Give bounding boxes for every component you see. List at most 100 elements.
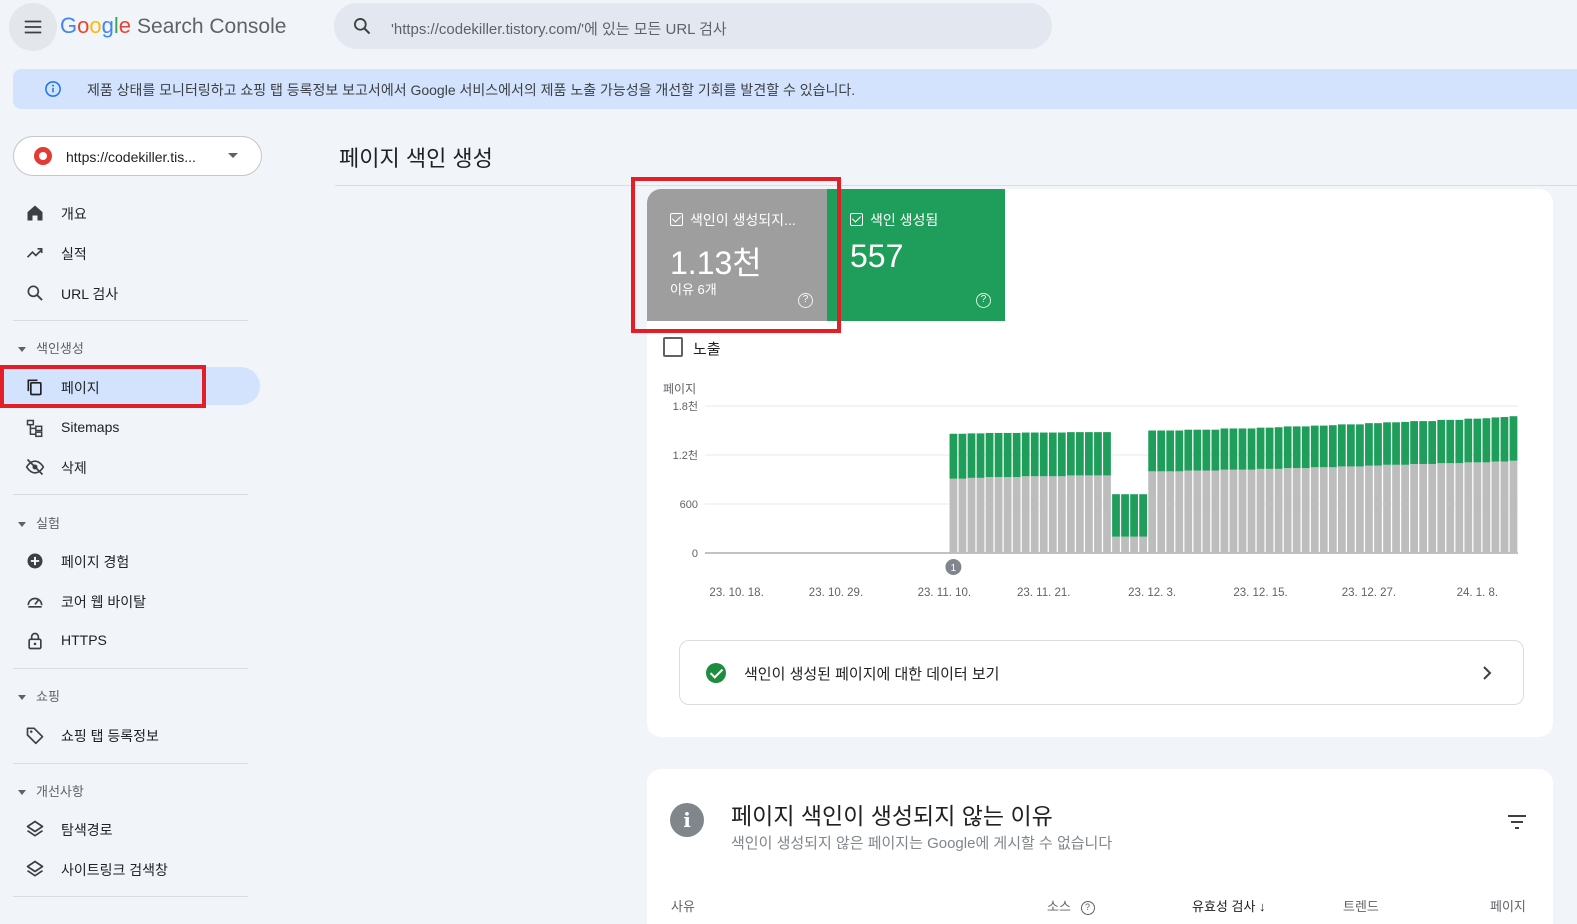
sidebar-item-label: URL 검사 — [61, 286, 119, 302]
section-indexing[interactable]: 색인생성 — [18, 338, 84, 357]
bar-not-indexed — [1148, 471, 1157, 553]
bar-indexed — [1256, 427, 1265, 469]
sidebar-item-page-experience[interactable]: 페이지 경험 — [0, 541, 260, 579]
bar-not-indexed — [1301, 468, 1310, 553]
bar-not-indexed — [1193, 470, 1202, 553]
bar-indexed — [1482, 418, 1491, 463]
sidebar-item-sitemaps[interactable]: Sitemaps — [0, 408, 260, 446]
collapse-arrow-icon — [18, 695, 26, 701]
bar-indexed — [958, 433, 967, 479]
sidebar-item-overview[interactable]: 개요 — [0, 193, 260, 231]
section-shopping[interactable]: 쇼핑 — [18, 686, 60, 705]
bar-indexed — [1130, 494, 1138, 537]
sidebar-item-breadcrumbs[interactable]: 탐색경로 — [0, 809, 260, 847]
sidebar-divider — [13, 668, 248, 669]
bar-not-indexed — [1419, 463, 1428, 553]
sidebar-item-label: 삭제 — [61, 460, 87, 476]
x-tick-label: 23. 11. 21. — [1017, 587, 1071, 599]
bar-indexed — [1292, 426, 1301, 469]
bar-not-indexed — [1256, 468, 1265, 553]
help-icon[interactable]: ? — [976, 293, 991, 308]
view-indexed-data-link[interactable]: 색인이 생성된 페이지에 대한 데이터 보기 — [679, 640, 1524, 705]
bar-indexed — [1048, 432, 1057, 477]
x-tick-label: 23. 10. 29. — [809, 587, 863, 599]
sidebar-item-label: HTTPS — [61, 632, 107, 648]
bar-indexed — [1464, 418, 1473, 463]
y-tick-label: 0 — [692, 548, 698, 560]
bar-not-indexed — [1310, 467, 1319, 553]
column-header-validation[interactable]: 유효성 검사 ↓ — [1192, 896, 1266, 915]
column-header-trend[interactable]: 트렌드 — [1343, 896, 1379, 915]
x-tick-label: 23. 11. 10. — [918, 587, 972, 599]
sidebar-item-performance[interactable]: 실적 — [0, 233, 260, 271]
bar-not-indexed — [967, 477, 976, 553]
google-search-console-logo[interactable]: Google Search Console — [60, 13, 286, 39]
bar-not-indexed — [1455, 463, 1464, 553]
hamburger-icon — [24, 20, 42, 34]
bar-indexed — [1003, 432, 1012, 478]
bar-not-indexed — [1139, 536, 1148, 553]
tag-icon — [26, 727, 44, 745]
bar-not-indexed — [1319, 467, 1328, 553]
column-header-label: 유효성 검사 — [1192, 899, 1256, 914]
x-tick-label: 23. 12. 3. — [1128, 587, 1176, 599]
bar-indexed — [1121, 494, 1129, 537]
bar-indexed — [1374, 423, 1382, 466]
bar-indexed — [1184, 429, 1193, 471]
sidebar-item-url-inspection[interactable]: URL 검사 — [0, 273, 260, 311]
column-header-reason[interactable]: 사유 — [671, 896, 695, 915]
check-circle-icon — [706, 663, 726, 683]
help-icon[interactable]: ? — [1080, 900, 1095, 915]
reasons-title: 페이지 색인이 생성되지 않는 이유 — [731, 803, 1053, 829]
column-header-pages[interactable]: 페이지 — [1490, 896, 1526, 915]
info-icon: i — [670, 803, 704, 837]
filter-icon[interactable] — [1506, 814, 1528, 830]
bar-indexed — [1238, 428, 1247, 470]
url-inspection-search[interactable]: 'https://codekiller.tistory.com/'에 있는 모든… — [334, 3, 1052, 49]
bar-indexed — [1319, 425, 1328, 468]
column-header-label: 소스 — [1047, 899, 1071, 914]
column-header-source[interactable]: 소스 ? — [1047, 896, 1095, 915]
sidebar-item-label: 사이트링크 검색창 — [61, 862, 168, 878]
bar-indexed — [1157, 430, 1166, 472]
bar-indexed — [1103, 432, 1111, 476]
search-icon — [354, 18, 371, 35]
bar-not-indexed — [994, 477, 1003, 553]
sidebar-item-core-web-vitals[interactable]: 코어 웹 바이탈 — [0, 581, 260, 619]
site-favicon-icon — [34, 147, 52, 165]
bar-indexed — [967, 433, 976, 478]
section-enhancements[interactable]: 개선사항 — [18, 781, 84, 800]
bar-indexed — [1211, 429, 1220, 471]
bar-not-indexed — [958, 478, 967, 553]
checkbox-checked-icon[interactable] — [850, 213, 863, 226]
indexed-tile[interactable]: 색인 생성됨 557 ? — [827, 189, 1005, 321]
main-menu-button[interactable] — [9, 3, 57, 51]
bar-indexed — [1193, 429, 1202, 471]
lock-icon — [28, 632, 42, 650]
highlight-box — [631, 177, 841, 333]
trending-up-icon — [26, 248, 43, 258]
section-title: 쇼핑 — [36, 689, 60, 704]
property-selector[interactable]: https://codekiller.tis... — [13, 136, 262, 176]
bar-not-indexed — [1464, 462, 1473, 553]
bar-not-indexed — [1229, 469, 1238, 553]
sidebar-item-https[interactable]: HTTPS — [0, 621, 260, 659]
property-label: https://codekiller.tis... — [66, 149, 196, 165]
bar-indexed — [1012, 432, 1021, 478]
bar-not-indexed — [1039, 476, 1048, 553]
bar-indexed — [1401, 421, 1409, 465]
sidebar-item-shopping-listings[interactable]: 쇼핑 탭 등록정보 — [0, 715, 260, 753]
sidebar-item-label: 실적 — [61, 246, 87, 262]
sidebar-item-label: 탐색경로 — [61, 822, 113, 838]
bar-not-indexed — [1057, 476, 1066, 553]
bar-indexed — [1066, 432, 1075, 476]
sidebar-item-sitelinks-searchbox[interactable]: 사이트링크 검색창 — [0, 849, 260, 887]
sidebar-divider — [13, 896, 248, 897]
bar-not-indexed — [1003, 477, 1012, 553]
section-experience[interactable]: 실험 — [18, 513, 60, 532]
impressions-checkbox[interactable] — [663, 337, 683, 357]
sidebar-item-removals[interactable]: 삭제 — [0, 447, 260, 485]
bar-indexed — [1094, 432, 1102, 476]
logo-letter: g — [101, 13, 114, 38]
bar-not-indexed — [1446, 463, 1455, 553]
